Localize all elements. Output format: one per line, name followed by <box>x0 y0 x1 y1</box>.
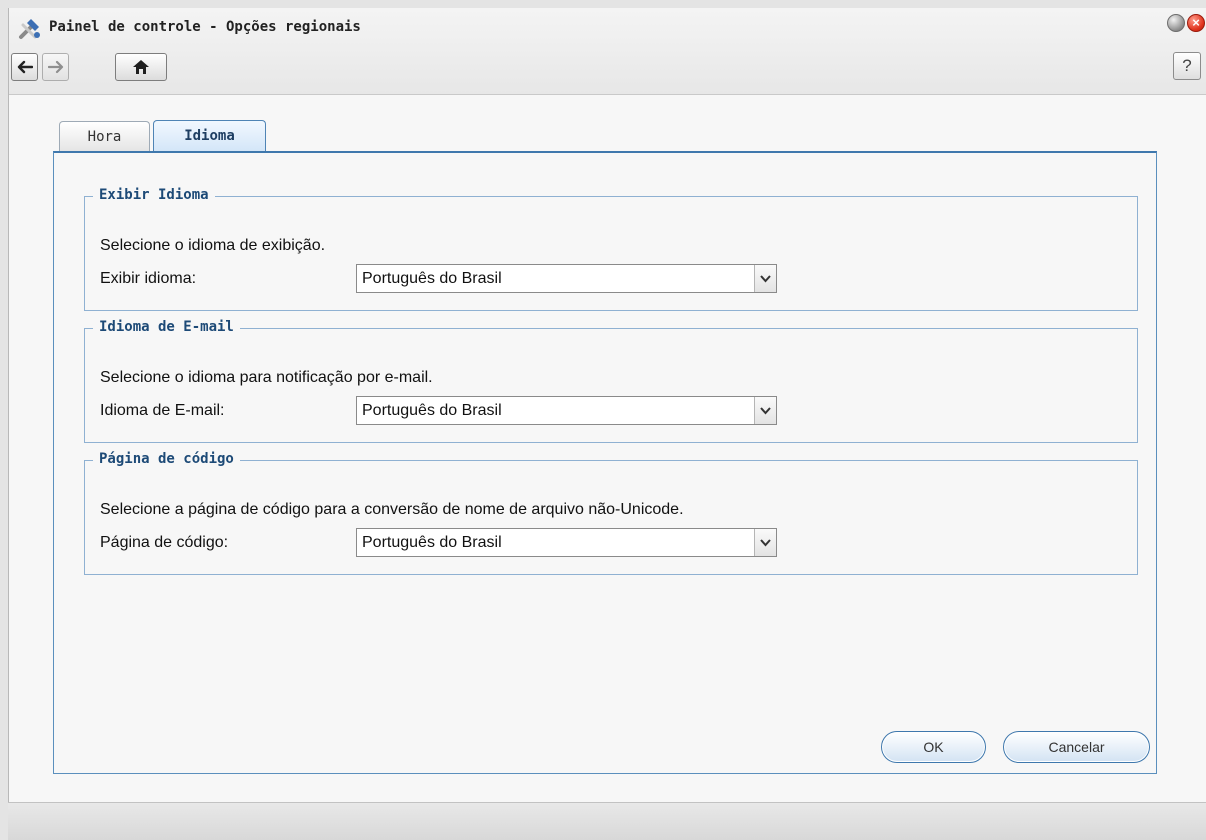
help-icon: ? <box>1182 56 1192 75</box>
tab-hora[interactable]: Hora <box>59 121 150 152</box>
home-button[interactable] <box>115 53 167 81</box>
email-language-value: Português do Brasil <box>362 402 502 419</box>
email-language-legend: Idioma de E-mail <box>93 319 240 335</box>
display-language-label: Exibir idioma: <box>100 270 197 287</box>
control-panel-window: Painel de controle - Opções regionais × … <box>8 8 1206 839</box>
arrow-left-icon <box>17 60 33 74</box>
title-bar: Painel de controle - Opções regionais × … <box>9 8 1206 95</box>
chevron-down-icon[interactable] <box>754 265 776 292</box>
email-language-description: Selecione o idioma para notificação por … <box>100 369 433 386</box>
email-language-group: Idioma de E-mail Selecione o idioma para… <box>84 319 1138 443</box>
code-page-description: Selecione a página de código para a conv… <box>100 501 684 518</box>
code-page-group: Página de código Selecione a página de c… <box>84 451 1138 575</box>
close-icon: × <box>1192 15 1200 30</box>
email-language-label: Idioma de E-mail: <box>100 402 225 419</box>
tools-icon <box>19 19 40 39</box>
code-page-label: Página de código: <box>100 534 229 551</box>
arrow-right-icon <box>47 60 63 74</box>
tab-panel-idioma: Exibir Idioma Selecione o idioma de exib… <box>53 151 1157 774</box>
close-button[interactable]: × <box>1187 14 1205 32</box>
email-language-select[interactable]: Português do Brasil <box>356 396 777 425</box>
window-title: Painel de controle - Opções regionais <box>49 19 361 35</box>
ok-button[interactable]: OK <box>881 731 986 763</box>
cancel-button[interactable]: Cancelar <box>1003 731 1150 763</box>
code-page-legend: Página de código <box>93 451 240 467</box>
code-page-select[interactable]: Português do Brasil <box>356 528 777 557</box>
chevron-down-icon[interactable] <box>754 397 776 424</box>
code-page-value: Português do Brasil <box>362 534 502 551</box>
minimize-button[interactable] <box>1167 14 1185 32</box>
chevron-down-icon[interactable] <box>754 529 776 556</box>
status-bar <box>8 802 1206 840</box>
tab-idioma-label: Idioma <box>184 128 235 144</box>
display-language-description: Selecione o idioma de exibição. <box>100 237 326 254</box>
display-language-select[interactable]: Português do Brasil <box>356 264 777 293</box>
display-language-group: Exibir Idioma Selecione o idioma de exib… <box>84 187 1138 311</box>
forward-button[interactable] <box>42 53 69 81</box>
help-button[interactable]: ? <box>1173 52 1201 80</box>
display-language-value: Português do Brasil <box>362 270 502 287</box>
home-icon <box>133 60 149 74</box>
display-language-legend: Exibir Idioma <box>93 187 215 203</box>
tab-hora-label: Hora <box>87 129 122 145</box>
back-button[interactable] <box>11 53 38 81</box>
